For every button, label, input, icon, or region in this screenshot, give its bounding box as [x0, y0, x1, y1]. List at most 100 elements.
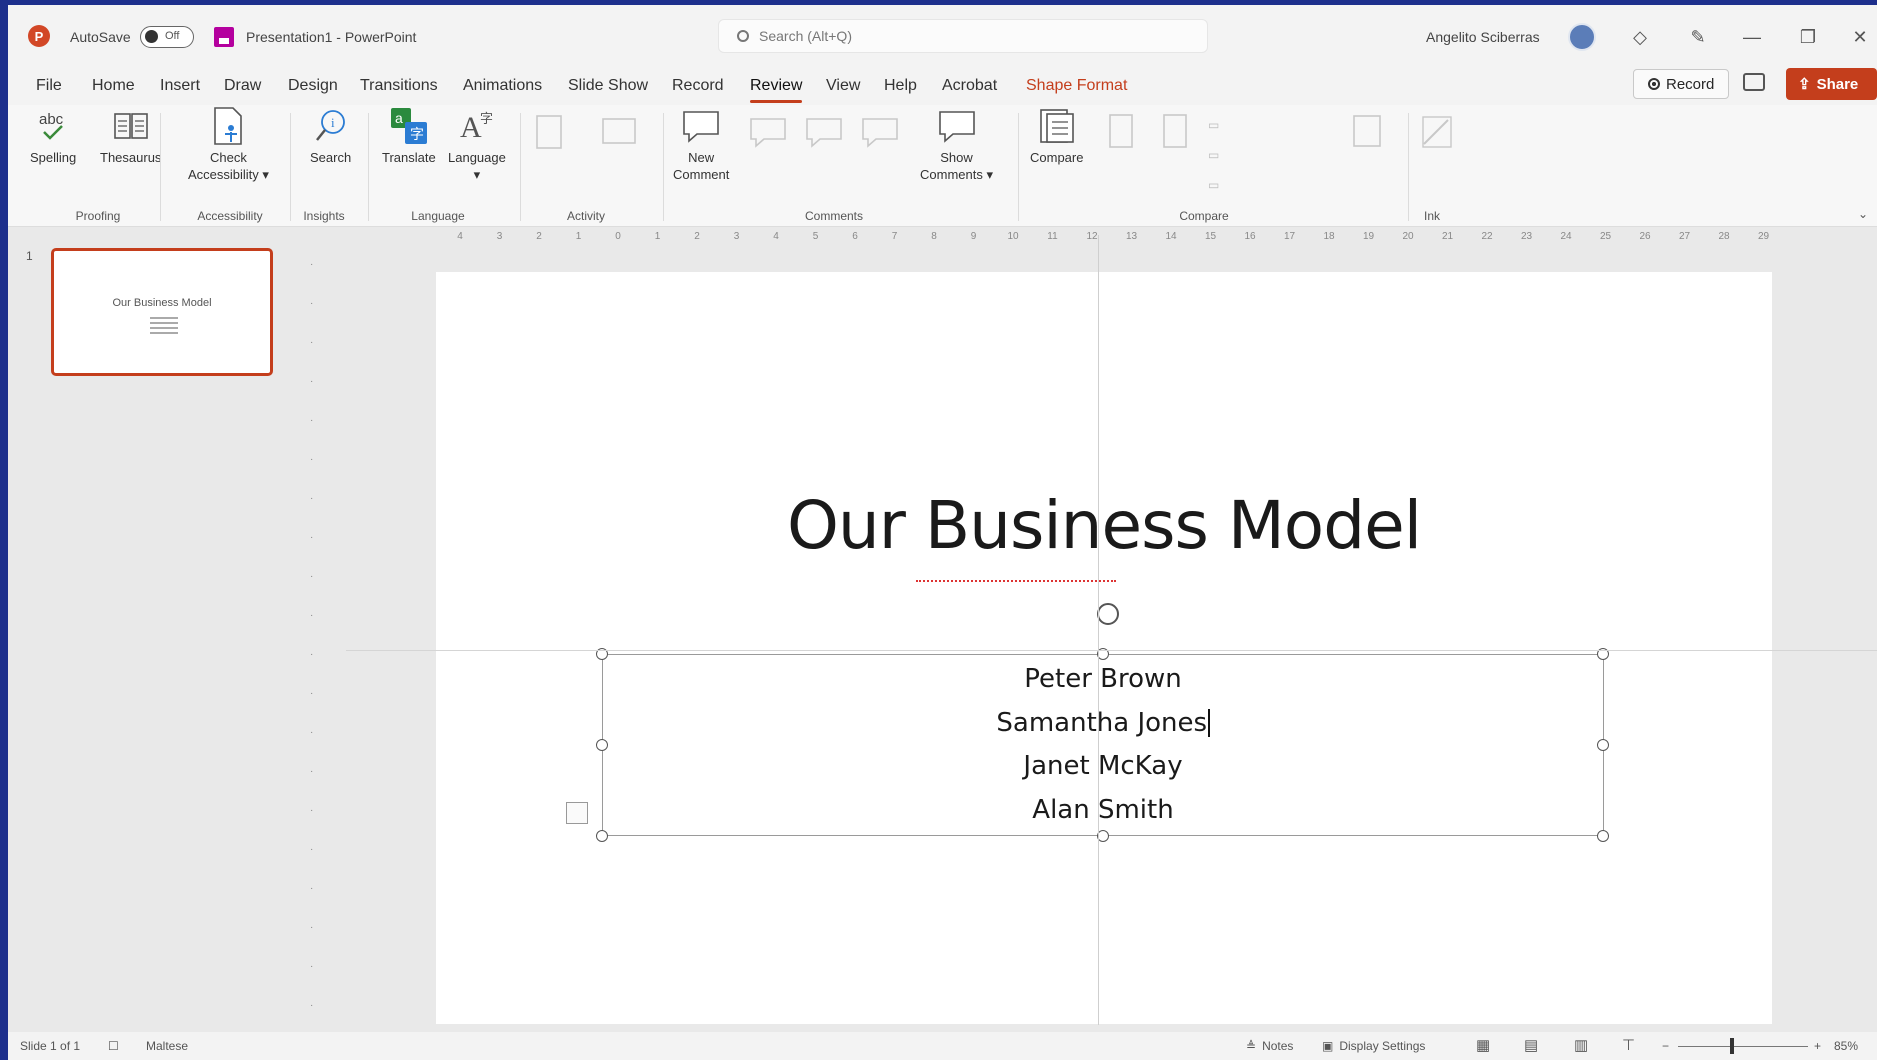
- spelling-icon: abc: [36, 105, 70, 147]
- main-area: 1 Our Business Model 4 3 2 1 0 1 2 3 4 5 6 7 8 9 10 11 1…: [8, 227, 1877, 1032]
- status-bar: Slide 1 of 1 ☐ Maltese ≜ Notes ▣ Display…: [8, 1032, 1877, 1060]
- tab-acrobat[interactable]: Acrobat: [942, 77, 997, 95]
- notes-label: Notes: [1262, 1039, 1294, 1053]
- minimize-icon[interactable]: —: [1738, 23, 1766, 51]
- tab-review[interactable]: Review: [750, 77, 803, 103]
- thesaurus-button[interactable]: Thesaurus: [100, 105, 161, 166]
- spelling-button[interactable]: abc Spelling: [30, 105, 76, 166]
- tab-draw[interactable]: Draw: [224, 77, 261, 95]
- next-change-icon: ▭: [1208, 148, 1220, 162]
- rotate-handle[interactable]: [1097, 603, 1119, 625]
- search-insights-button[interactable]: i Search: [310, 105, 351, 166]
- tab-insert[interactable]: Insert: [160, 77, 200, 95]
- diamond-icon[interactable]: ◇: [1626, 23, 1654, 51]
- tab-file[interactable]: File: [36, 77, 62, 95]
- group-label-proofing: Proofing: [75, 209, 121, 223]
- reading-view-icon[interactable]: ▥: [1574, 1036, 1588, 1054]
- zoom-slider[interactable]: [1678, 1046, 1808, 1047]
- tab-design[interactable]: Design: [288, 77, 338, 95]
- comment-delete-icon: [748, 111, 788, 153]
- language-button[interactable]: A字 Language ▾: [448, 105, 506, 183]
- translate-button[interactable]: a字 Translate: [382, 105, 436, 166]
- ruler-tick: 25: [1599, 231, 1612, 242]
- ribbon-tabs: File Home Insert Draw Design Transitions…: [8, 65, 1877, 107]
- layout-options-icon[interactable]: [566, 802, 588, 824]
- compare-label: Compare: [1030, 150, 1084, 165]
- record-button[interactable]: Record: [1633, 69, 1730, 99]
- ruler-tick: ·: [310, 649, 314, 660]
- name-line: Alan Smith: [603, 789, 1603, 833]
- names-list: Peter Brown Samantha Jones Janet McKay A…: [603, 658, 1603, 832]
- display-settings-button[interactable]: ▣ Display Settings: [1322, 1039, 1425, 1053]
- tab-home[interactable]: Home: [92, 77, 135, 95]
- ruler-tick: 1: [575, 231, 582, 242]
- user-name[interactable]: Angelito Sciberras: [1426, 29, 1540, 45]
- translate-label: Translate: [382, 150, 436, 165]
- accessibility-status-icon[interactable]: ☐: [108, 1039, 119, 1053]
- slide-canvas[interactable]: Our Business Model Peter Brown Samantha …: [436, 272, 1772, 1024]
- ruler-tick: ·: [310, 376, 314, 387]
- share-button[interactable]: ⇪ Share: [1786, 68, 1877, 100]
- search-label: Search: [310, 150, 352, 165]
- title-bar: P AutoSave Off Presentation1 - PowerPoin…: [8, 5, 1877, 65]
- autosave-toggle[interactable]: Off: [140, 26, 194, 48]
- ruler-tick: 4: [773, 231, 779, 242]
- name-text: Janet McKay: [1023, 751, 1183, 781]
- ruler-tick: ·: [310, 766, 314, 777]
- ruler-tick: 18: [1323, 231, 1335, 242]
- end-review-button: [1350, 111, 1384, 155]
- panel-icon: [601, 111, 637, 153]
- avatar[interactable]: [1568, 23, 1596, 51]
- check-accessibility-button[interactable]: Check Accessibility ▾: [188, 105, 269, 183]
- language-status[interactable]: Maltese: [146, 1039, 188, 1053]
- name-line: Peter Brown: [603, 658, 1603, 702]
- tab-slide-show[interactable]: Slide Show: [568, 77, 648, 95]
- tab-record[interactable]: Record: [672, 77, 724, 95]
- tab-shape-format[interactable]: Shape Format: [1026, 77, 1127, 95]
- slide-title[interactable]: Our Business Model: [436, 487, 1772, 564]
- ruler-tick: 19: [1362, 231, 1375, 242]
- compare-button[interactable]: Compare: [1030, 105, 1083, 166]
- zoom-in-icon[interactable]: +: [1814, 1039, 1821, 1053]
- normal-view-icon[interactable]: ▦: [1476, 1036, 1490, 1054]
- smart-lookup-icon: i: [313, 105, 349, 147]
- ruler-tick: 27: [1678, 231, 1691, 242]
- ruler-tick: 20: [1402, 231, 1414, 242]
- zoom-slider-thumb[interactable]: [1730, 1038, 1734, 1054]
- group-separator: [520, 113, 521, 221]
- tab-view[interactable]: View: [826, 77, 860, 95]
- pen-icon[interactable]: ✎: [1684, 23, 1712, 51]
- ruler-tick: 9: [970, 231, 977, 242]
- tab-transitions[interactable]: Transitions: [360, 77, 438, 95]
- comment-next-icon: [860, 111, 900, 153]
- save-icon[interactable]: [214, 27, 234, 47]
- comments-icon[interactable]: [1743, 73, 1765, 91]
- autosave-state: Off: [165, 30, 180, 42]
- svg-text:i: i: [331, 115, 335, 130]
- collapse-ribbon-icon[interactable]: ⌄: [1858, 207, 1868, 221]
- activity-button-2: [601, 111, 637, 155]
- zoom-level[interactable]: 85%: [1834, 1039, 1858, 1053]
- search-box[interactable]: Search (Alt+Q): [718, 19, 1208, 53]
- slide-show-icon[interactable]: ⊤: [1622, 1036, 1635, 1054]
- tab-help[interactable]: Help: [884, 77, 917, 95]
- names-textbox[interactable]: Peter Brown Samantha Jones Janet McKay A…: [596, 603, 1609, 842]
- new-comment-button[interactable]: New Comment: [673, 105, 729, 183]
- ruler-tick: 2: [536, 231, 542, 242]
- ruler-tick: 2: [694, 231, 700, 242]
- display-settings-icon: ▣: [1322, 1039, 1334, 1053]
- ruler-tick: ·: [310, 571, 314, 582]
- accept-button: [1106, 111, 1138, 155]
- tab-animations[interactable]: Animations: [463, 77, 542, 95]
- notes-button[interactable]: ≜ Notes: [1246, 1039, 1293, 1053]
- ruler-tick: 5: [812, 231, 819, 242]
- group-separator: [1018, 113, 1019, 221]
- show-comments-button[interactable]: Show Comments ▾: [920, 105, 993, 183]
- restore-icon[interactable]: ❐: [1794, 23, 1822, 51]
- zoom-out-icon[interactable]: −: [1662, 1039, 1669, 1053]
- close-icon[interactable]: ✕: [1846, 23, 1874, 51]
- ruler-tick: 23: [1520, 231, 1533, 242]
- ruler-tick: ·: [310, 532, 314, 543]
- slide-thumbnail[interactable]: Our Business Model: [51, 248, 273, 376]
- slide-sorter-icon[interactable]: ▤: [1524, 1036, 1538, 1054]
